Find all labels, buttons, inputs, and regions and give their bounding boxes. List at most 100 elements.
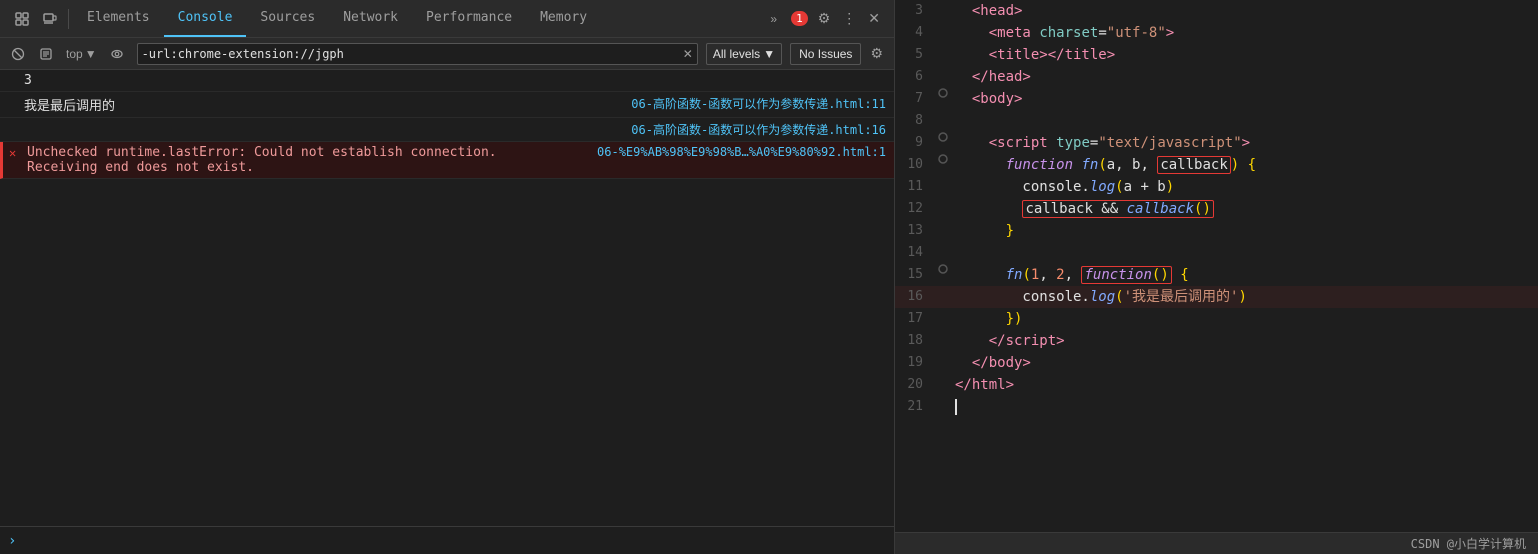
line-gutter bbox=[935, 88, 951, 98]
code-line: 4 <meta charset="utf-8"> bbox=[895, 22, 1538, 44]
code-line: 14 bbox=[895, 242, 1538, 264]
line-number: 13 bbox=[895, 220, 935, 242]
line-code: console.log('我是最后调用的') bbox=[951, 286, 1538, 308]
code-line: 3 <head> bbox=[895, 0, 1538, 22]
line-code: </script> bbox=[951, 330, 1538, 352]
line-gutter bbox=[935, 132, 951, 142]
line-number: 8 bbox=[895, 110, 935, 132]
eye-icon[interactable] bbox=[105, 44, 129, 64]
line-code: function fn(a, b, callback) { bbox=[951, 154, 1538, 176]
error-main-text: Unchecked runtime.lastError: Could not e… bbox=[27, 145, 589, 160]
line-number: 10 bbox=[895, 154, 935, 176]
scope-dropdown-icon: ▼ bbox=[85, 47, 97, 61]
no-issues-button[interactable]: No Issues bbox=[790, 43, 861, 65]
preserve-log-icon[interactable] bbox=[34, 44, 58, 64]
tab-sources[interactable]: Sources bbox=[246, 0, 329, 37]
settings-icon[interactable]: ⚙ bbox=[814, 6, 835, 31]
code-line: 5 <title></title> bbox=[895, 44, 1538, 66]
code-line: 11 console.log(a + b) bbox=[895, 176, 1538, 198]
console-toolbar: top ▼ ✕ All levels ▼ No Issues ⚙ bbox=[0, 38, 894, 70]
line-code bbox=[951, 396, 1538, 418]
code-line: 9 <script type="text/javascript"> bbox=[895, 132, 1538, 154]
tabs-bar: Elements Console Sources Network Perform… bbox=[0, 0, 894, 38]
device-toolbar-icon[interactable] bbox=[40, 9, 60, 29]
code-line: 10 function fn(a, b, callback) { bbox=[895, 154, 1538, 176]
line-number: 18 bbox=[895, 330, 935, 352]
tab-network[interactable]: Network bbox=[329, 0, 412, 37]
tab-performance[interactable]: Performance bbox=[412, 0, 526, 37]
line-number: 4 bbox=[895, 22, 935, 44]
filter-clear-button[interactable]: ✕ bbox=[683, 47, 693, 61]
error-icon: ✕ bbox=[9, 146, 16, 160]
line-code: <head> bbox=[951, 0, 1538, 22]
error-sub-text: Receiving end does not exist. bbox=[27, 160, 589, 175]
code-line: 17 }) bbox=[895, 308, 1538, 330]
brand-text: CSDN @小白学计算机 bbox=[1411, 535, 1526, 552]
more-options-icon[interactable]: ⋮ bbox=[838, 6, 860, 31]
line-number: 9 bbox=[895, 132, 935, 154]
line-code: fn(1, 2, function() { bbox=[951, 264, 1538, 286]
line-number: 11 bbox=[895, 176, 935, 198]
line-number: 21 bbox=[895, 396, 935, 418]
line-number: 3 bbox=[895, 0, 935, 22]
line-gutter bbox=[935, 154, 951, 164]
console-source-link[interactable]: 06-高阶函数-函数可以作为参数传递.html:11 bbox=[631, 95, 886, 112]
line-code: </html> bbox=[951, 374, 1538, 396]
code-line: 20 </html> bbox=[895, 374, 1538, 396]
code-line: 15 fn(1, 2, function() { bbox=[895, 264, 1538, 286]
code-line: 19 </body> bbox=[895, 352, 1538, 374]
line-code: callback && callback() bbox=[951, 198, 1538, 220]
tabs-right-icons: 1 ⚙ ⋮ ✕ bbox=[785, 6, 890, 31]
console-source-link[interactable]: 06-高阶函数-函数可以作为参数传递.html:16 bbox=[631, 121, 886, 138]
line-number: 5 bbox=[895, 44, 935, 66]
line-code: console.log(a + b) bbox=[951, 176, 1538, 198]
code-editor-panel: 3 <head> 4 <meta charset="utf-8"> 5 <tit… bbox=[895, 0, 1538, 554]
line-number: 7 bbox=[895, 88, 935, 110]
tab-icon-group bbox=[4, 9, 69, 29]
console-error-line: ✕ Unchecked runtime.lastError: Could not… bbox=[0, 142, 894, 179]
inspect-element-icon[interactable] bbox=[12, 9, 32, 29]
code-content: 3 <head> 4 <meta charset="utf-8"> 5 <tit… bbox=[895, 0, 1538, 532]
log-levels-arrow: ▼ bbox=[763, 47, 775, 61]
line-number: 6 bbox=[895, 66, 935, 88]
line-code: <title></title> bbox=[951, 44, 1538, 66]
code-line: 13 } bbox=[895, 220, 1538, 242]
line-number: 19 bbox=[895, 352, 935, 374]
more-tabs-button[interactable]: » bbox=[762, 12, 785, 26]
console-prompt-icon: › bbox=[8, 533, 16, 549]
error-badge: 1 bbox=[791, 11, 808, 26]
scope-selector[interactable]: top ▼ bbox=[62, 45, 101, 63]
line-number: 16 bbox=[895, 286, 935, 308]
error-source-link[interactable]: 06-%E9%AB%98%E9%98%B…%A0%E9%80%92.html:1 bbox=[597, 145, 886, 159]
log-levels-dropdown[interactable]: All levels ▼ bbox=[706, 43, 782, 65]
filter-input-box[interactable]: ✕ bbox=[137, 43, 698, 65]
code-line: 21 bbox=[895, 396, 1538, 418]
code-line: 16 console.log('我是最后调用的') bbox=[895, 286, 1538, 308]
console-input-line: › bbox=[0, 526, 894, 554]
line-gutter bbox=[935, 264, 951, 274]
line-code: </head> bbox=[951, 66, 1538, 88]
console-line: 3 bbox=[0, 70, 894, 92]
filter-input[interactable] bbox=[142, 47, 683, 61]
line-number: 14 bbox=[895, 242, 935, 264]
line-number: 15 bbox=[895, 264, 935, 286]
close-devtools-icon[interactable]: ✕ bbox=[864, 6, 884, 31]
console-input[interactable] bbox=[22, 533, 886, 548]
tab-elements[interactable]: Elements bbox=[73, 0, 164, 37]
console-output[interactable]: 3 我是最后调用的 06-高阶函数-函数可以作为参数传递.html:11 06-… bbox=[0, 70, 894, 526]
code-line: 7 <body> bbox=[895, 88, 1538, 110]
line-code: } bbox=[951, 220, 1538, 242]
tab-memory[interactable]: Memory bbox=[526, 0, 601, 37]
console-line: 06-高阶函数-函数可以作为参数传递.html:16 bbox=[0, 118, 894, 142]
line-code: <body> bbox=[951, 88, 1538, 110]
code-line: 8 bbox=[895, 110, 1538, 132]
code-line: 6 </head> bbox=[895, 66, 1538, 88]
devtools-panel: Elements Console Sources Network Perform… bbox=[0, 0, 895, 554]
console-text: 我是最后调用的 bbox=[24, 95, 623, 114]
clear-console-icon[interactable] bbox=[6, 44, 30, 64]
line-code: </body> bbox=[951, 352, 1538, 374]
line-number: 20 bbox=[895, 374, 935, 396]
console-settings-icon[interactable]: ⚙ bbox=[865, 42, 888, 65]
tab-console[interactable]: Console bbox=[164, 0, 247, 37]
line-number: 17 bbox=[895, 308, 935, 330]
